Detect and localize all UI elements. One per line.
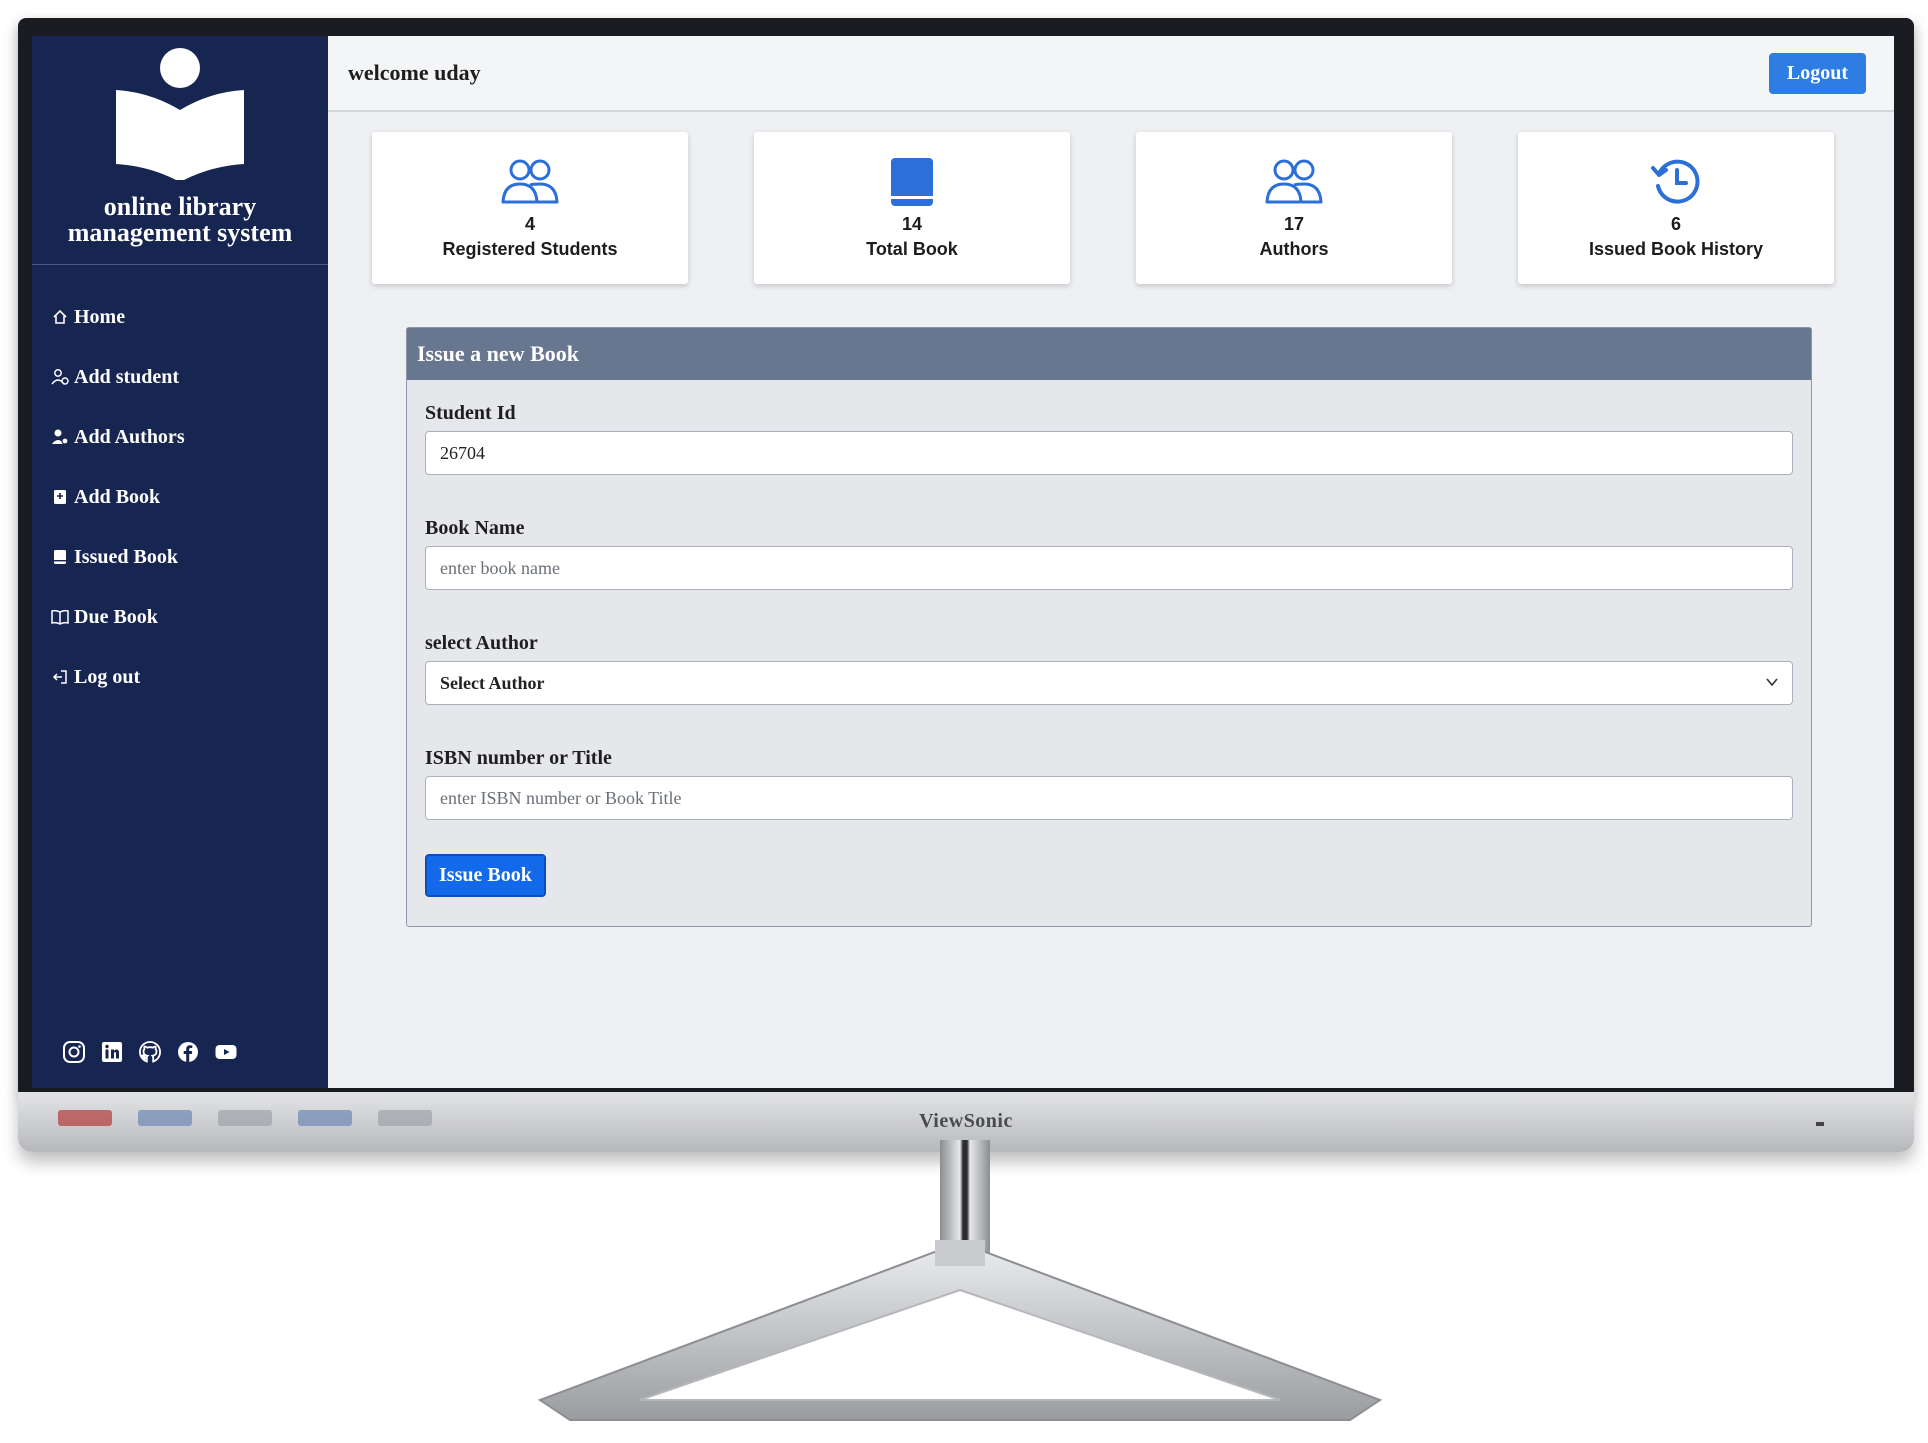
monitor-stand [537,1240,1383,1421]
sidebar: online library management system Home Ad… [32,36,328,1088]
stat-value: 17 [1283,214,1305,234]
main-content: welcome uday Logout 4 Registered Student… [328,36,1894,1088]
instagram-icon[interactable] [62,1040,86,1064]
stat-value: 14 [901,214,923,234]
author-select[interactable]: Select Author [425,661,1793,705]
sidebar-item-label: Home [74,305,126,328]
sidebar-item-issued-book[interactable]: Issued Book [50,527,328,587]
history-icon [1650,156,1702,208]
sidebar-item-add-authors[interactable]: Add Authors [50,407,328,467]
stat-card-total-book[interactable]: 14 Total Book [754,132,1070,284]
sidebar-item-label: Due Book [74,605,158,628]
top-bar: welcome uday Logout [328,36,1894,112]
github-icon[interactable] [138,1040,162,1064]
sidebar-item-add-student[interactable]: Add student [50,347,328,407]
screen: online library management system Home Ad… [32,36,1894,1088]
monitor-brand: ViewSonic [919,1110,1013,1132]
stat-card-registered-students[interactable]: 4 Registered Students [372,132,688,284]
stat-label: Authors [1259,239,1329,259]
logout-icon [50,667,70,687]
sidebar-nav: Home Add student Add Authors Add Book Is… [32,265,328,707]
library-logo-icon [116,48,244,180]
author-label: select Author [425,632,538,654]
issue-book-panel: Issue a new Book Student Id Book Name se… [406,327,1812,927]
power-led [1816,1122,1824,1126]
issue-book-button[interactable]: Issue Book [425,854,546,897]
stat-value: 6 [1670,214,1681,234]
stat-card-authors[interactable]: 17 Authors [1136,132,1452,284]
facebook-icon[interactable] [176,1040,200,1064]
brand: online library management system [32,36,328,246]
sidebar-item-home[interactable]: Home [50,287,328,347]
users-icon [1264,156,1324,208]
isbn-input[interactable] [425,776,1793,820]
user-plus-icon [50,367,70,387]
sidebar-item-log-out[interactable]: Log out [50,647,328,707]
logout-button[interactable]: Logout [1768,52,1866,94]
open-book-icon [50,607,70,627]
sidebar-item-label: Add Authors [74,425,185,448]
brand-title-line1: online library [103,192,257,221]
stats-cards: 4 Registered Students 14 Total Book 17 A… [328,112,1894,284]
sidebar-item-label: Log out [74,665,141,688]
linkedin-icon[interactable] [100,1040,124,1064]
chevron-down-icon [1765,675,1779,694]
isbn-label: ISBN number or Title [425,747,612,769]
book-icon [50,547,70,567]
author-select-value: Select Author [425,661,1793,705]
panel-title: Issue a new Book [407,328,1811,380]
book-plus-icon [50,487,70,507]
users-icon [500,156,560,208]
brand-title: online library management system [32,194,328,246]
sidebar-item-label: Add Book [74,485,161,508]
stat-card-issued-book-history[interactable]: 6 Issued Book History [1518,132,1834,284]
sidebar-item-label: Add student [74,365,180,388]
book-name-label: Book Name [425,517,525,539]
user-gear-icon [50,427,70,447]
stat-value: 4 [524,214,535,234]
sidebar-item-due-book[interactable]: Due Book [50,587,328,647]
student-id-input[interactable] [425,431,1793,475]
stat-label: Registered Students [442,239,618,259]
book-name-input[interactable] [425,546,1793,590]
sidebar-item-label: Issued Book [74,545,178,568]
student-id-label: Student Id [425,402,516,424]
sidebar-item-add-book[interactable]: Add Book [50,467,328,527]
youtube-icon[interactable] [214,1040,238,1064]
stat-label: Issued Book History [1588,239,1764,259]
stat-label: Total Book [866,239,958,259]
issue-book-form: Student Id Book Name select Author Selec… [407,380,1811,897]
welcome-text: welcome uday [348,60,481,85]
social-links [62,1040,238,1064]
home-icon [50,307,70,327]
book-icon [889,156,935,208]
brand-title-line2: management system [67,218,293,247]
